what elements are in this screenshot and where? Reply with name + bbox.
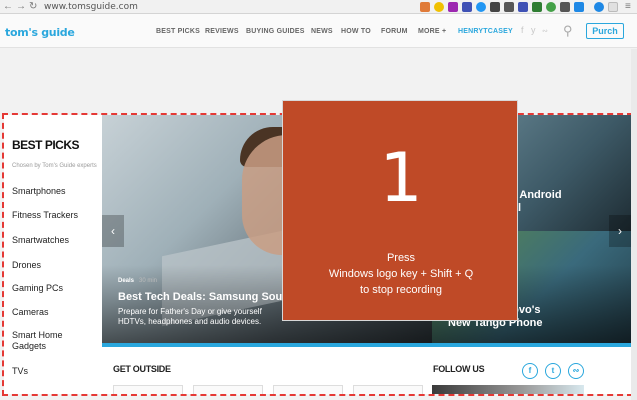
overlay-instruction-line: Windows logo key + Shift + Q <box>328 268 474 280</box>
twitter-icon[interactable]: y <box>531 25 536 35</box>
extension-icon[interactable] <box>504 2 514 12</box>
nav-buying-guides[interactable]: BUYING GUIDES <box>246 28 305 35</box>
extension-icon[interactable] <box>608 2 618 12</box>
extension-icon[interactable] <box>490 2 500 12</box>
url-text: www.tomsguide.com <box>44 2 138 12</box>
overlay-instruction-line: Press <box>386 252 416 264</box>
nav-best-picks[interactable]: BEST PICKS <box>156 28 200 35</box>
nav-more[interactable]: MORE + <box>418 28 446 35</box>
extension-icon[interactable] <box>574 2 584 12</box>
rss-icon[interactable]: ∾ <box>542 27 548 35</box>
overlay-instruction-line: to stop recording <box>360 284 442 296</box>
bookmark-star-icon[interactable] <box>434 2 444 12</box>
countdown-number: 1 <box>379 139 423 218</box>
browser-toolbar: ← → ↻ www.tomsguide.com ≡ <box>0 0 637 14</box>
nav-forum[interactable]: FORUM <box>381 28 408 35</box>
site-header: tom's guide BEST PICKS REVIEWS BUYING GU… <box>0 14 637 48</box>
extension-icon[interactable] <box>532 2 542 12</box>
extension-icon[interactable] <box>560 2 570 12</box>
extension-icon[interactable] <box>518 2 528 12</box>
nav-reviews[interactable]: REVIEWS <box>205 28 239 35</box>
back-icon[interactable]: ← <box>3 1 13 13</box>
extension-icon[interactable] <box>546 2 556 12</box>
nav-user[interactable]: HENRYTCASEY <box>458 28 513 35</box>
purch-button[interactable]: Purch <box>586 23 624 39</box>
extension-icon[interactable] <box>476 2 486 12</box>
extension-icon[interactable] <box>594 2 604 12</box>
search-icon[interactable]: ⚲ <box>563 23 573 39</box>
extension-icon[interactable] <box>462 2 472 12</box>
reload-icon[interactable]: ↻ <box>29 1 37 13</box>
site-logo[interactable]: tom's guide <box>5 26 75 39</box>
page-scrollbar[interactable] <box>631 49 637 400</box>
extension-icon[interactable] <box>420 2 430 12</box>
address-bar[interactable]: www.tomsguide.com <box>44 1 404 13</box>
forward-icon[interactable]: → <box>16 1 26 13</box>
menu-icon[interactable]: ≡ <box>625 1 631 13</box>
nav-how-to[interactable]: HOW TO <box>341 28 371 35</box>
nav-news[interactable]: NEWS <box>311 28 333 35</box>
recording-countdown-overlay: 1 Press Windows logo key + Shift + Q to … <box>282 100 518 321</box>
facebook-icon[interactable]: f <box>521 25 524 35</box>
extension-icon[interactable] <box>448 2 458 12</box>
